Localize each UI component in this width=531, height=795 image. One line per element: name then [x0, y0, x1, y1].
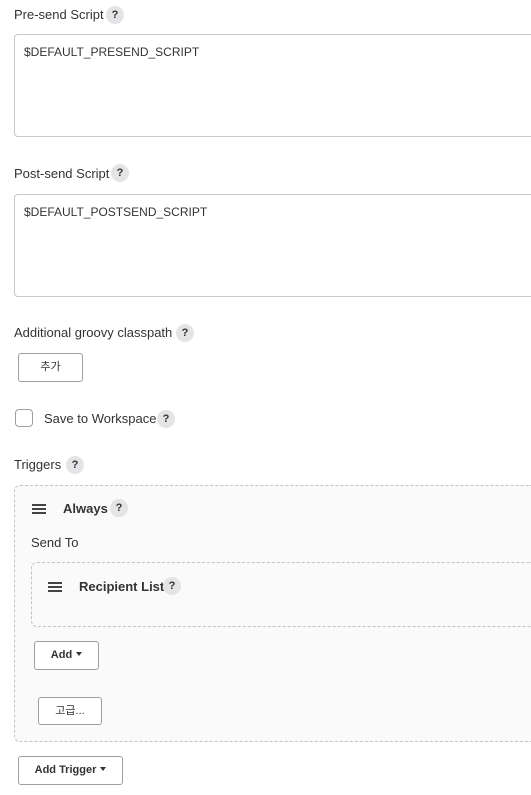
trigger-always-title: Always	[63, 501, 108, 516]
classpath-label: Additional groovy classpath	[14, 325, 173, 340]
postsend-script-label: Post-send Script	[14, 166, 110, 181]
recipient-list-help-icon[interactable]: ?	[163, 577, 181, 595]
caret-down-icon	[100, 767, 107, 772]
classpath-add-button[interactable]: 추가	[18, 353, 83, 382]
workspace-help-icon[interactable]: ?	[157, 410, 175, 428]
recipient-list-title: Recipient List	[79, 579, 165, 594]
classpath-help-icon[interactable]: ?	[176, 324, 194, 342]
recipient-drag-handle-icon[interactable]	[48, 582, 62, 592]
always-help-icon[interactable]: ?	[110, 499, 128, 517]
add-recipient-button[interactable]: Add	[34, 641, 99, 670]
caret-down-icon	[76, 652, 83, 657]
email-ext-config-page: Pre-send Script ? $DEFAULT_PRESEND_SCRIP…	[0, 0, 531, 795]
presend-script-label: Pre-send Script	[14, 7, 104, 22]
triggers-help-icon[interactable]: ?	[66, 456, 84, 474]
add-trigger-label: Add Trigger	[34, 764, 97, 776]
advanced-button[interactable]: 고급...	[38, 697, 102, 725]
add-trigger-button[interactable]: Add Trigger	[18, 756, 123, 785]
triggers-label: Triggers	[14, 457, 62, 472]
save-to-workspace-label: Save to Workspace	[44, 411, 157, 426]
postsend-help-icon[interactable]: ?	[111, 164, 129, 182]
send-to-label: Send To	[31, 535, 79, 550]
trigger-drag-handle-icon[interactable]	[32, 504, 46, 514]
add-recipient-label: Add	[50, 649, 73, 661]
postsend-script-textarea[interactable]: $DEFAULT_POSTSEND_SCRIPT	[14, 194, 531, 297]
presend-help-icon[interactable]: ?	[106, 6, 124, 24]
presend-script-textarea[interactable]: $DEFAULT_PRESEND_SCRIPT	[14, 34, 531, 137]
save-to-workspace-checkbox[interactable]	[15, 409, 33, 427]
